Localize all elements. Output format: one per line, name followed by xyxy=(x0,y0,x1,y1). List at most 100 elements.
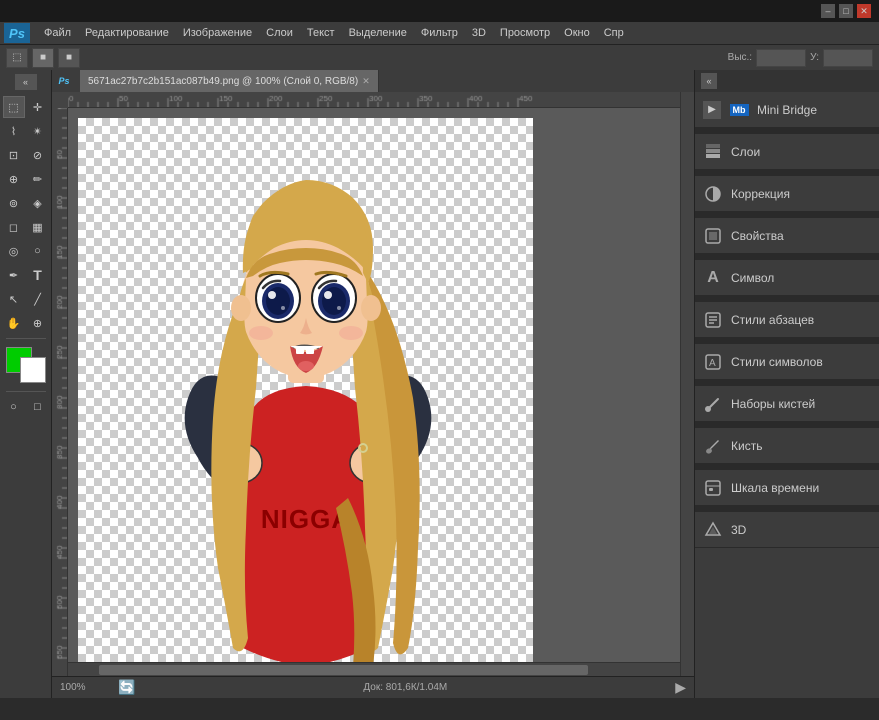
status-arrow: ▶ xyxy=(675,679,686,696)
vertical-scrollbar[interactable] xyxy=(680,92,694,676)
menu-help[interactable]: Спр xyxy=(598,25,630,41)
ruler-corner-area xyxy=(52,92,68,676)
dodge-tool[interactable]: ○ xyxy=(27,240,49,262)
y-input[interactable] xyxy=(823,49,873,67)
panel-item-layers[interactable]: Слои xyxy=(695,134,879,170)
zoom-tool[interactable]: ⊕ xyxy=(27,312,49,334)
status-icon: 🔄 xyxy=(118,679,135,696)
panel-item-brush[interactable]: Кисть xyxy=(695,428,879,464)
menu-layers[interactable]: Слои xyxy=(260,25,299,41)
menu-window[interactable]: Окно xyxy=(558,25,596,41)
type-tool[interactable]: T xyxy=(27,264,49,286)
title-bar: – □ ✕ xyxy=(0,0,879,22)
tool-row-6: ◻ ▦ xyxy=(3,216,49,238)
tool-row-9: ↖ ╱ xyxy=(3,288,49,310)
char-styles-label: Стили символов xyxy=(731,355,823,369)
panel-item-symbol[interactable]: A Символ xyxy=(695,260,879,296)
history-brush-tool[interactable]: ◈ xyxy=(27,192,49,214)
move-tool[interactable]: ✛ xyxy=(27,96,49,118)
options-btn-2[interactable]: ■ xyxy=(32,48,54,68)
layers-label: Слои xyxy=(731,145,760,159)
lasso-tool[interactable]: ⌇ xyxy=(3,120,25,142)
document-tab[interactable]: 5671ac27b7c2b151ac087b49.png @ 100% (Сло… xyxy=(80,70,379,92)
pen-tool[interactable]: ✒ xyxy=(3,264,25,286)
checker-background: NIGGA xyxy=(78,118,533,662)
options-bar: ⬚ ■ ■ Выс.: У: xyxy=(0,44,879,70)
background-color[interactable] xyxy=(20,357,46,383)
status-bar: 100% 🔄 Док: 801,6К/1.04М ▶ xyxy=(52,676,694,698)
gradient-tool[interactable]: ▦ xyxy=(27,216,49,238)
anime-character-image: NIGGA xyxy=(78,118,533,662)
menu-edit[interactable]: Редактирование xyxy=(79,25,175,41)
tab-close-btn[interactable]: ✕ xyxy=(362,76,370,87)
minimize-button[interactable]: – xyxy=(821,4,835,18)
menu-view[interactable]: Просмотр xyxy=(494,25,556,41)
marquee-tool[interactable]: ⬚ xyxy=(3,96,25,118)
panel-item-char-styles[interactable]: A Стили символов xyxy=(695,344,879,380)
panel-header: « xyxy=(695,70,879,92)
ps-small-logo: Ps xyxy=(56,73,72,89)
canvas-scroll[interactable]: NIGGA xyxy=(68,108,680,662)
line-tool[interactable]: ╱ xyxy=(27,288,49,310)
layers-icon xyxy=(703,142,723,162)
options-btn-3[interactable]: ■ xyxy=(58,48,80,68)
panel-item-paragraph-styles[interactable]: Стили абзацев xyxy=(695,302,879,338)
panel-item-timeline[interactable]: Шкала времени xyxy=(695,470,879,506)
path-select-tool[interactable]: ↖ xyxy=(3,288,25,310)
options-btn-1[interactable]: ⬚ xyxy=(6,48,28,68)
panel-item-mini-bridge[interactable]: ▶ Mb Mini Bridge xyxy=(695,92,879,128)
height-input[interactable] xyxy=(756,49,806,67)
correction-icon xyxy=(703,184,723,204)
tool-row-extras: ○ □ xyxy=(3,396,49,418)
maximize-button[interactable]: □ xyxy=(839,4,853,18)
tool-row-7: ◎ ○ xyxy=(3,240,49,262)
symbol-icon: A xyxy=(703,268,723,288)
panel-items: ▶ Mb Mini Bridge Слои Коррекция xyxy=(695,92,879,698)
panel-play-icon[interactable]: ▶ xyxy=(703,101,721,119)
correction-label: Коррекция xyxy=(731,187,790,201)
3d-label: 3D xyxy=(731,523,746,537)
horizontal-scrollbar[interactable] xyxy=(68,662,680,676)
scrollbar-thumb-h[interactable] xyxy=(99,665,589,675)
3d-icon xyxy=(703,520,723,540)
timeline-label: Шкала времени xyxy=(731,481,819,495)
screen-mode-tool[interactable]: □ xyxy=(27,396,49,418)
char-styles-icon: A xyxy=(703,352,723,372)
menu-3d[interactable]: 3D xyxy=(466,25,492,41)
svg-text:A: A xyxy=(709,358,716,369)
menu-text[interactable]: Текст xyxy=(301,25,341,41)
eyedropper-tool[interactable]: ⊘ xyxy=(27,144,49,166)
zoom-level: 100% xyxy=(60,682,110,693)
panel-item-properties[interactable]: Свойства xyxy=(695,218,879,254)
panel-collapse-btn[interactable]: « xyxy=(701,73,717,89)
horizontal-ruler xyxy=(68,92,680,108)
mask-tool[interactable]: ○ xyxy=(3,396,25,418)
mini-bridge-label: Mini Bridge xyxy=(757,103,817,117)
toolbar-collapse-btn[interactable]: « xyxy=(15,74,37,90)
magic-wand-tool[interactable]: ✴ xyxy=(27,120,49,142)
close-button[interactable]: ✕ xyxy=(857,4,871,18)
panel-item-brush-sets[interactable]: Наборы кистей xyxy=(695,386,879,422)
menu-filter[interactable]: Фильтр xyxy=(415,25,464,41)
menu-file[interactable]: Файл xyxy=(38,25,77,41)
panel-item-correction[interactable]: Коррекция xyxy=(695,176,879,212)
main-area: « ⬚ ✛ ⌇ ✴ ⊡ ⊘ ⊕ ✏ ⊚ ◈ ◻ ▦ ◎ ○ ✒ xyxy=(0,70,879,698)
brush-tool[interactable]: ✏ xyxy=(27,168,49,190)
panel-item-3d[interactable]: 3D xyxy=(695,512,879,548)
menu-image[interactable]: Изображение xyxy=(177,25,258,41)
hand-tool[interactable]: ✋ xyxy=(3,312,25,334)
clone-tool[interactable]: ⊚ xyxy=(3,192,25,214)
ps-logo: Ps xyxy=(4,23,30,43)
eraser-tool[interactable]: ◻ xyxy=(3,216,25,238)
blur-tool[interactable]: ◎ xyxy=(3,240,25,262)
brush-icon xyxy=(703,436,723,456)
menu-select[interactable]: Выделение xyxy=(343,25,413,41)
symbol-label: Символ xyxy=(731,271,774,285)
crop-tool[interactable]: ⊡ xyxy=(3,144,25,166)
heal-tool[interactable]: ⊕ xyxy=(3,168,25,190)
brush-sets-label: Наборы кистей xyxy=(731,397,815,411)
tool-row-4: ⊕ ✏ xyxy=(3,168,49,190)
paragraph-styles-icon xyxy=(703,310,723,330)
paragraph-styles-label: Стили абзацев xyxy=(731,313,814,327)
tool-divider-2 xyxy=(6,391,46,392)
